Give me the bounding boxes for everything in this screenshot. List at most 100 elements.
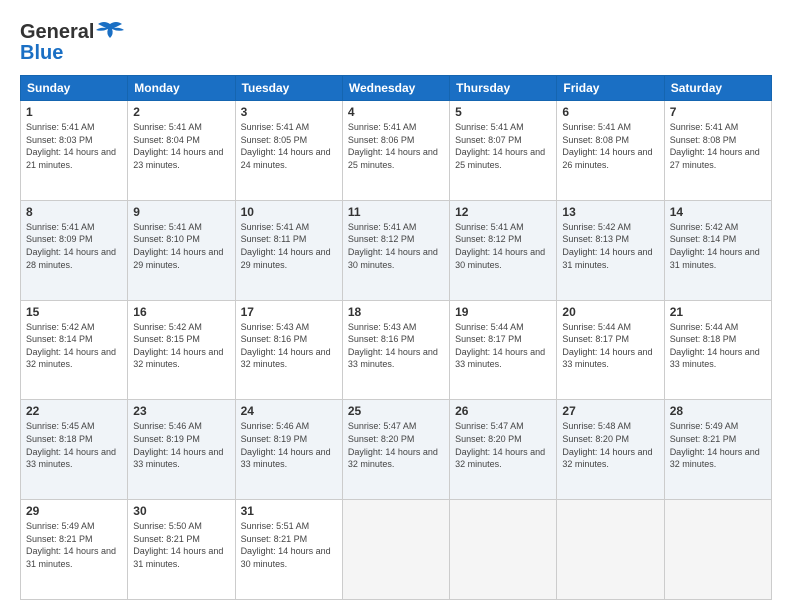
calendar-table: SundayMondayTuesdayWednesdayThursdayFrid… [20,75,772,600]
day-info: Sunrise: 5:41 AMSunset: 8:06 PMDaylight:… [348,122,438,170]
day-info: Sunrise: 5:49 AMSunset: 8:21 PMDaylight:… [26,521,116,569]
day-number: 12 [455,205,551,219]
logo: General Blue [20,18,124,65]
day-number: 19 [455,305,551,319]
calendar-cell: 3 Sunrise: 5:41 AMSunset: 8:05 PMDaylight… [235,101,342,201]
day-info: Sunrise: 5:44 AMSunset: 8:18 PMDaylight:… [670,322,760,370]
calendar-header-friday: Friday [557,76,664,101]
calendar-cell: 10 Sunrise: 5:41 AMSunset: 8:11 PMDayligh… [235,200,342,300]
calendar-cell: 23 Sunrise: 5:46 AMSunset: 8:19 PMDayligh… [128,400,235,500]
calendar-header-wednesday: Wednesday [342,76,449,101]
calendar-cell: 13 Sunrise: 5:42 AMSunset: 8:13 PMDayligh… [557,200,664,300]
day-number: 22 [26,404,122,418]
day-info: Sunrise: 5:47 AMSunset: 8:20 PMDaylight:… [455,421,545,469]
day-info: Sunrise: 5:44 AMSunset: 8:17 PMDaylight:… [562,322,652,370]
calendar-cell: 15Sunrise: 5:42 AMSunset: 8:14 PMDayligh… [21,300,128,400]
calendar-cell: 25 Sunrise: 5:47 AMSunset: 8:20 PMDayligh… [342,400,449,500]
day-number: 9 [133,205,229,219]
day-number: 18 [348,305,444,319]
day-info: Sunrise: 5:48 AMSunset: 8:20 PMDaylight:… [562,421,652,469]
calendar-cell: 7Sunrise: 5:41 AMSunset: 8:08 PMDaylight… [664,101,771,201]
calendar-cell: 31 Sunrise: 5:51 AMSunset: 8:21 PMDayligh… [235,500,342,600]
day-info: Sunrise: 5:46 AMSunset: 8:19 PMDaylight:… [133,421,223,469]
calendar-header-row: SundayMondayTuesdayWednesdayThursdayFrid… [21,76,772,101]
day-info: Sunrise: 5:41 AMSunset: 8:11 PMDaylight:… [241,222,331,270]
day-number: 1 [26,105,122,119]
calendar-week-row: 15Sunrise: 5:42 AMSunset: 8:14 PMDayligh… [21,300,772,400]
day-info: Sunrise: 5:50 AMSunset: 8:21 PMDaylight:… [133,521,223,569]
day-number: 28 [670,404,766,418]
day-info: Sunrise: 5:41 AMSunset: 8:04 PMDaylight:… [133,122,223,170]
calendar-cell: 9 Sunrise: 5:41 AMSunset: 8:10 PMDaylight… [128,200,235,300]
day-number: 14 [670,205,766,219]
day-number: 30 [133,504,229,518]
day-number: 7 [670,105,766,119]
day-number: 3 [241,105,337,119]
calendar-header-sunday: Sunday [21,76,128,101]
day-info: Sunrise: 5:51 AMSunset: 8:21 PMDaylight:… [241,521,331,569]
calendar-cell: 1 Sunrise: 5:41 AMSunset: 8:03 PMDaylight… [21,101,128,201]
calendar-cell: 29 Sunrise: 5:49 AMSunset: 8:21 PMDayligh… [21,500,128,600]
calendar-cell [450,500,557,600]
day-number: 24 [241,404,337,418]
calendar-header-saturday: Saturday [664,76,771,101]
header: General Blue [20,18,772,65]
calendar-cell: 26Sunrise: 5:47 AMSunset: 8:20 PMDayligh… [450,400,557,500]
calendar-week-row: 1 Sunrise: 5:41 AMSunset: 8:03 PMDaylight… [21,101,772,201]
day-number: 2 [133,105,229,119]
day-info: Sunrise: 5:45 AMSunset: 8:18 PMDaylight:… [26,421,116,469]
day-number: 27 [562,404,658,418]
day-info: Sunrise: 5:46 AMSunset: 8:19 PMDaylight:… [241,421,331,469]
day-number: 11 [348,205,444,219]
calendar-week-row: 29 Sunrise: 5:49 AMSunset: 8:21 PMDayligh… [21,500,772,600]
day-info: Sunrise: 5:41 AMSunset: 8:10 PMDaylight:… [133,222,223,270]
logo-bird-icon [96,18,124,46]
day-number: 15 [26,305,122,319]
day-info: Sunrise: 5:43 AMSunset: 8:16 PMDaylight:… [348,322,438,370]
day-info: Sunrise: 5:41 AMSunset: 8:12 PMDaylight:… [455,222,545,270]
day-number: 10 [241,205,337,219]
calendar-cell: 17 Sunrise: 5:43 AMSunset: 8:16 PMDayligh… [235,300,342,400]
day-number: 13 [562,205,658,219]
calendar-header-tuesday: Tuesday [235,76,342,101]
day-number: 6 [562,105,658,119]
day-info: Sunrise: 5:41 AMSunset: 8:05 PMDaylight:… [241,122,331,170]
calendar-cell: 8Sunrise: 5:41 AMSunset: 8:09 PMDaylight… [21,200,128,300]
calendar-cell: 4Sunrise: 5:41 AMSunset: 8:06 PMDaylight… [342,101,449,201]
logo-text: General [20,21,94,44]
calendar-header-monday: Monday [128,76,235,101]
day-info: Sunrise: 5:49 AMSunset: 8:21 PMDaylight:… [670,421,760,469]
day-info: Sunrise: 5:42 AMSunset: 8:15 PMDaylight:… [133,322,223,370]
day-info: Sunrise: 5:41 AMSunset: 8:12 PMDaylight:… [348,222,438,270]
calendar-header-thursday: Thursday [450,76,557,101]
day-info: Sunrise: 5:43 AMSunset: 8:16 PMDaylight:… [241,322,331,370]
day-number: 5 [455,105,551,119]
day-number: 29 [26,504,122,518]
calendar-cell: 19 Sunrise: 5:44 AMSunset: 8:17 PMDayligh… [450,300,557,400]
calendar-cell: 16Sunrise: 5:42 AMSunset: 8:15 PMDayligh… [128,300,235,400]
day-info: Sunrise: 5:44 AMSunset: 8:17 PMDaylight:… [455,322,545,370]
day-number: 23 [133,404,229,418]
day-info: Sunrise: 5:47 AMSunset: 8:20 PMDaylight:… [348,421,438,469]
day-info: Sunrise: 5:42 AMSunset: 8:14 PMDaylight:… [670,222,760,270]
calendar-cell [557,500,664,600]
logo-blue-text: Blue [20,42,63,65]
day-info: Sunrise: 5:41 AMSunset: 8:03 PMDaylight:… [26,122,116,170]
day-number: 25 [348,404,444,418]
day-number: 21 [670,305,766,319]
day-info: Sunrise: 5:42 AMSunset: 8:13 PMDaylight:… [562,222,652,270]
day-number: 17 [241,305,337,319]
calendar-week-row: 8Sunrise: 5:41 AMSunset: 8:09 PMDaylight… [21,200,772,300]
calendar-cell: 20Sunrise: 5:44 AMSunset: 8:17 PMDayligh… [557,300,664,400]
calendar-cell: 2 Sunrise: 5:41 AMSunset: 8:04 PMDaylight… [128,101,235,201]
calendar-cell: 12 Sunrise: 5:41 AMSunset: 8:12 PMDayligh… [450,200,557,300]
page: General Blue SundayMondayTuesdayWednesda… [0,0,792,612]
calendar-cell: 5 Sunrise: 5:41 AMSunset: 8:07 PMDaylight… [450,101,557,201]
day-info: Sunrise: 5:41 AMSunset: 8:08 PMDaylight:… [562,122,652,170]
calendar-cell: 6 Sunrise: 5:41 AMSunset: 8:08 PMDaylight… [557,101,664,201]
calendar-cell [342,500,449,600]
calendar-cell: 11 Sunrise: 5:41 AMSunset: 8:12 PMDayligh… [342,200,449,300]
calendar-cell: 21 Sunrise: 5:44 AMSunset: 8:18 PMDayligh… [664,300,771,400]
day-number: 31 [241,504,337,518]
day-info: Sunrise: 5:41 AMSunset: 8:07 PMDaylight:… [455,122,545,170]
